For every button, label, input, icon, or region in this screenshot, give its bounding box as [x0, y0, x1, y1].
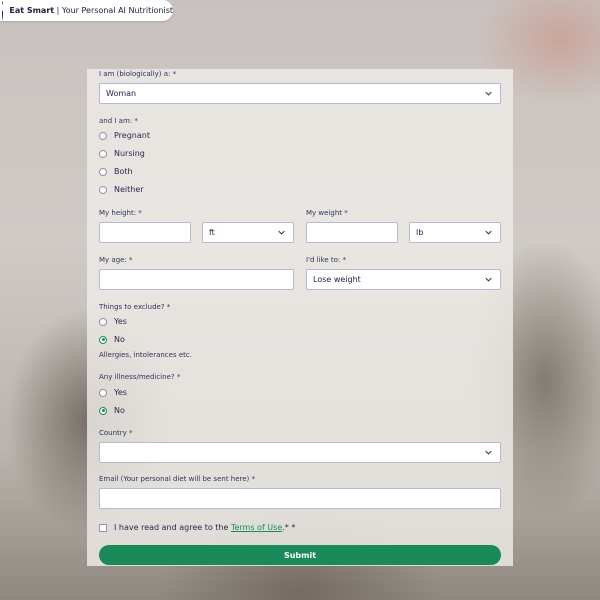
- exclude-label: Things to exclude? *: [99, 303, 171, 311]
- status-option-pregnant-label: Pregnant: [114, 131, 150, 140]
- radio-exclude-yes[interactable]: [99, 317, 107, 326]
- eat-smart-logo-icon: [2, 1, 4, 20]
- terms-suffix: .* *: [282, 523, 296, 532]
- terms-agreement[interactable]: I have read and agree to the Terms of Us…: [99, 523, 295, 532]
- sex-select-value: Woman: [106, 89, 137, 98]
- exclude-option-no-label: No: [114, 335, 125, 344]
- age-input[interactable]: [99, 269, 294, 290]
- submit-button-label: Submit: [283, 550, 317, 560]
- goal-label: I'd like to: *: [306, 256, 346, 264]
- status-option-neither[interactable]: Neither: [99, 185, 144, 194]
- radio-illness-yes[interactable]: [99, 388, 107, 397]
- radio-illness-no[interactable]: [99, 406, 107, 415]
- weight-unit-value: lb: [416, 228, 424, 237]
- weight-input[interactable]: [306, 222, 398, 243]
- chevron-down-icon: [485, 450, 492, 455]
- illness-option-no-label: No: [114, 406, 125, 415]
- terms-prefix: I have read and agree to the: [114, 523, 231, 532]
- illness-option-no[interactable]: No: [99, 406, 125, 415]
- height-unit-value: ft: [209, 228, 215, 237]
- height-unit-select[interactable]: ft: [202, 222, 294, 243]
- sex-label: I am (biologically) a: *: [99, 70, 177, 78]
- height-input[interactable]: [99, 222, 191, 243]
- brand-separator: |: [54, 6, 62, 15]
- terms-of-use-link[interactable]: Terms of Use: [231, 523, 282, 532]
- radio-pregnant[interactable]: [99, 131, 107, 140]
- brand-title: Eat Smart | Your Personal AI Nutritionis…: [9, 6, 173, 15]
- height-label: My height: *: [99, 209, 142, 217]
- exclude-option-yes[interactable]: Yes: [99, 317, 127, 326]
- terms-checkbox[interactable]: [99, 523, 107, 532]
- status-option-nursing[interactable]: Nursing: [99, 149, 145, 158]
- radio-nursing[interactable]: [99, 149, 107, 158]
- status-label: and I am: *: [99, 117, 138, 125]
- radio-both[interactable]: [99, 167, 107, 176]
- weight-unit-select[interactable]: lb: [409, 222, 501, 243]
- chevron-down-icon: [278, 230, 285, 235]
- illness-option-yes-label: Yes: [114, 388, 127, 397]
- status-option-both[interactable]: Both: [99, 167, 133, 176]
- chevron-down-icon: [485, 230, 492, 235]
- age-label: My age: *: [99, 256, 133, 264]
- status-option-pregnant[interactable]: Pregnant: [99, 131, 150, 140]
- status-option-neither-label: Neither: [114, 185, 144, 194]
- chevron-down-icon: [485, 91, 492, 96]
- brand-header[interactable]: Eat Smart | Your Personal AI Nutritionis…: [0, 0, 173, 21]
- goal-select-value: Lose weight: [313, 275, 361, 284]
- status-option-nursing-label: Nursing: [114, 149, 145, 158]
- exclude-hint: Allergies, intolerances etc.: [99, 351, 192, 359]
- chevron-down-icon: [485, 277, 492, 282]
- illness-option-yes[interactable]: Yes: [99, 388, 127, 397]
- weight-label: My weight *: [306, 209, 348, 217]
- brand-tagline: Your Personal AI Nutritionist: [61, 6, 173, 15]
- exclude-option-no[interactable]: No: [99, 335, 125, 344]
- signup-form: I am (biologically) a: * Woman and I am:…: [87, 69, 513, 566]
- goal-select[interactable]: Lose weight: [306, 269, 501, 290]
- sex-select[interactable]: Woman: [99, 83, 501, 104]
- country-label: Country *: [99, 429, 133, 437]
- email-label: Email (Your personal diet will be sent h…: [99, 475, 256, 483]
- illness-label: Any illness/medicine? *: [99, 373, 181, 381]
- exclude-option-yes-label: Yes: [114, 317, 127, 326]
- radio-exclude-no[interactable]: [99, 335, 107, 344]
- email-field[interactable]: [99, 488, 501, 509]
- radio-neither[interactable]: [99, 185, 107, 194]
- country-select[interactable]: [99, 442, 501, 463]
- submit-button[interactable]: Submit: [99, 545, 501, 565]
- status-option-both-label: Both: [114, 167, 133, 176]
- brand-name: Eat Smart: [9, 6, 55, 15]
